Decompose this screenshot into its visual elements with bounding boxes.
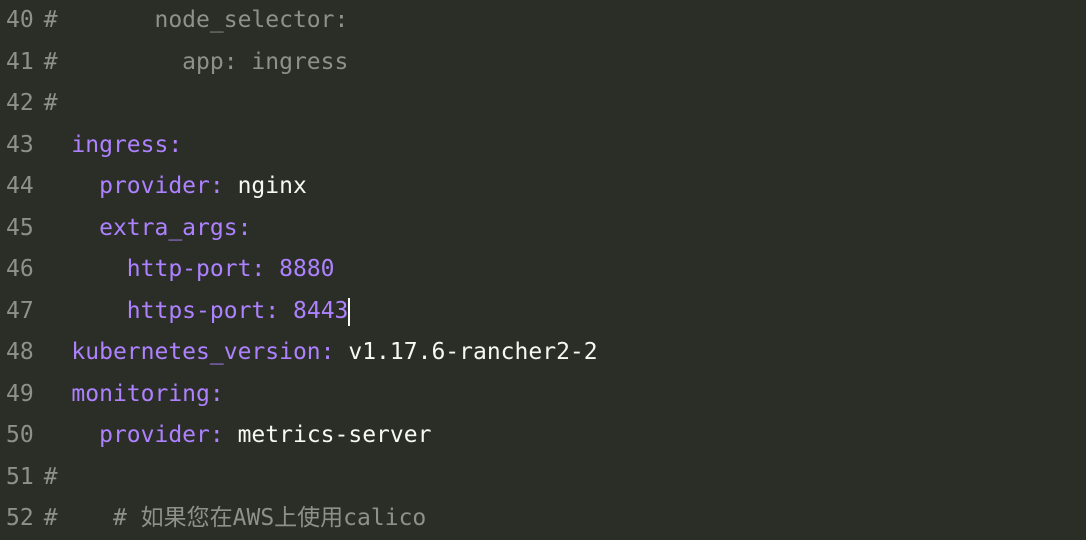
code-token: nginx bbox=[224, 173, 307, 199]
code-line[interactable]: monitoring: bbox=[44, 374, 1086, 416]
code-token: extra_args bbox=[99, 215, 237, 241]
code-token bbox=[44, 215, 99, 241]
line-number: 44 bbox=[6, 166, 34, 208]
line-number: 45 bbox=[6, 208, 34, 250]
line-number: 50 bbox=[6, 415, 34, 457]
code-token bbox=[44, 132, 72, 158]
line-number: 51 bbox=[6, 457, 34, 499]
line-number: 43 bbox=[6, 125, 34, 167]
code-token: 8880 bbox=[279, 256, 334, 282]
code-token: v1.17.6-rancher2-2 bbox=[335, 339, 598, 365]
code-token: : bbox=[210, 381, 224, 407]
code-token bbox=[44, 422, 99, 448]
code-token: https-port bbox=[127, 298, 265, 324]
line-number: 52 bbox=[6, 498, 34, 540]
code-line[interactable]: http-port: 8880 bbox=[44, 249, 1086, 291]
code-token bbox=[44, 298, 127, 324]
code-token: : bbox=[321, 339, 335, 365]
code-line[interactable]: ingress: bbox=[44, 125, 1086, 167]
code-line[interactable]: # bbox=[44, 457, 1086, 499]
code-token bbox=[44, 381, 72, 407]
code-token: provider bbox=[99, 422, 210, 448]
code-token bbox=[265, 256, 279, 282]
code-line[interactable]: # app: ingress bbox=[44, 42, 1086, 84]
code-token: ingress bbox=[71, 132, 168, 158]
code-token bbox=[279, 298, 293, 324]
code-token: 8443 bbox=[293, 298, 348, 324]
code-line[interactable]: # # 如果您在AWS上使用calico bbox=[44, 498, 1086, 540]
code-token: : bbox=[265, 298, 279, 324]
code-token: : bbox=[168, 132, 182, 158]
line-number: 49 bbox=[6, 374, 34, 416]
code-token: # node_selector: bbox=[44, 7, 349, 33]
code-token bbox=[44, 339, 72, 365]
code-token: kubernetes_version bbox=[71, 339, 320, 365]
code-token: provider bbox=[99, 173, 210, 199]
line-number-gutter: 40414243444546474849505152 bbox=[0, 0, 44, 540]
line-number: 46 bbox=[6, 249, 34, 291]
code-line[interactable]: provider: nginx bbox=[44, 166, 1086, 208]
code-line[interactable]: provider: metrics-server bbox=[44, 415, 1086, 457]
code-token: : bbox=[210, 422, 224, 448]
line-number: 42 bbox=[6, 83, 34, 125]
code-token: http-port bbox=[127, 256, 252, 282]
line-number: 40 bbox=[6, 0, 34, 42]
code-editor[interactable]: 40414243444546474849505152 # node_select… bbox=[0, 0, 1086, 540]
code-token bbox=[44, 173, 99, 199]
code-line[interactable]: https-port: 8443 bbox=[44, 291, 1086, 333]
line-number: 41 bbox=[6, 42, 34, 84]
text-cursor bbox=[348, 298, 350, 326]
code-token: : bbox=[238, 215, 252, 241]
code-line[interactable]: kubernetes_version: v1.17.6-rancher2-2 bbox=[44, 332, 1086, 374]
code-token: # bbox=[44, 464, 58, 490]
code-line[interactable]: extra_args: bbox=[44, 208, 1086, 250]
line-number: 47 bbox=[6, 291, 34, 333]
code-line[interactable]: # node_selector: bbox=[44, 0, 1086, 42]
code-token bbox=[44, 256, 127, 282]
code-token: : bbox=[210, 173, 224, 199]
code-token: monitoring bbox=[71, 381, 209, 407]
code-token: metrics-server bbox=[224, 422, 432, 448]
code-token: # bbox=[44, 90, 58, 116]
code-token: # app: ingress bbox=[44, 49, 349, 75]
line-number: 48 bbox=[6, 332, 34, 374]
code-token: : bbox=[251, 256, 265, 282]
code-token: # # 如果您在AWS上使用calico bbox=[44, 505, 427, 531]
code-area[interactable]: # node_selector: # app: ingress # ingress:… bbox=[44, 0, 1086, 540]
code-line[interactable]: # bbox=[44, 83, 1086, 125]
